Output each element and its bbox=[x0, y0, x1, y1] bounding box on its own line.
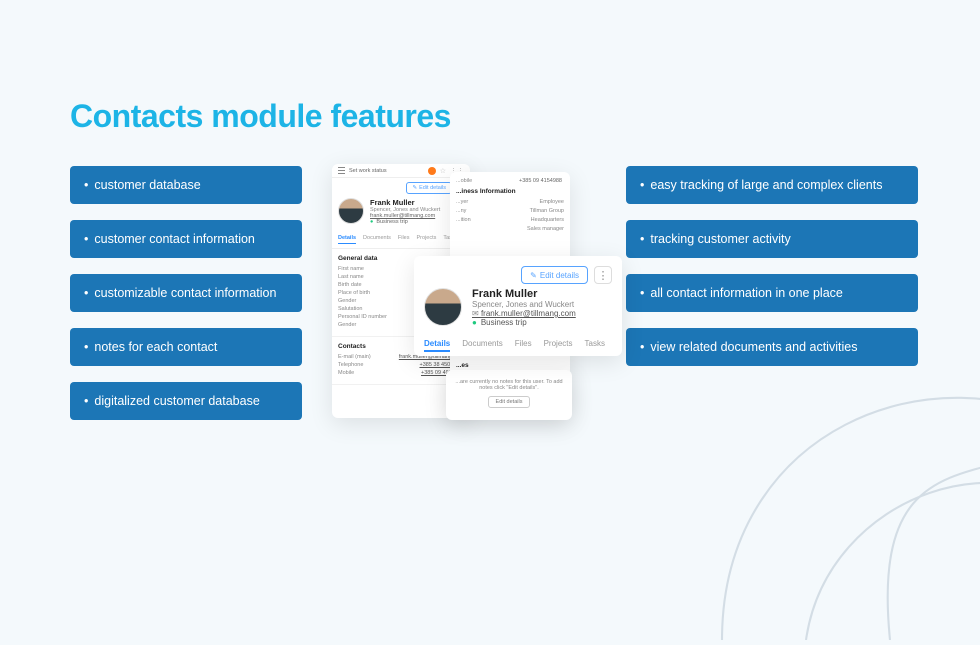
feature-pill: easy tracking of large and complex clien… bbox=[626, 166, 918, 204]
phone-value: +385 09 4154988 bbox=[519, 178, 562, 184]
field-label: ...ition bbox=[456, 217, 471, 223]
tab-details[interactable]: Details bbox=[424, 339, 450, 352]
field-label: Birth date bbox=[338, 282, 362, 288]
feature-pill: digitalized customer database bbox=[70, 382, 302, 420]
field-value: Tillman Group bbox=[530, 208, 564, 214]
avatar bbox=[338, 198, 364, 224]
tab-files[interactable]: Files bbox=[398, 235, 410, 244]
contact-card-large: ✎Edit details ⋮ Frank Muller Spencer, Jo… bbox=[414, 256, 622, 356]
tab-files[interactable]: Files bbox=[515, 339, 532, 352]
page-title: Contacts module features bbox=[70, 98, 451, 135]
field-label: Gender bbox=[338, 298, 356, 304]
more-menu-button[interactable]: ⋮ bbox=[594, 266, 612, 284]
contact-email[interactable]: frank.muller@tillmang.com bbox=[472, 309, 576, 318]
status-badge: Business trip bbox=[472, 318, 576, 327]
tab-tasks[interactable]: Tasks bbox=[585, 339, 605, 352]
work-status-label[interactable]: Set work status bbox=[349, 168, 424, 174]
section-heading: ...iness Information bbox=[456, 188, 564, 195]
field-value: Sales manager bbox=[527, 226, 564, 232]
field-label: Mobile bbox=[338, 370, 354, 376]
tab-projects[interactable]: Projects bbox=[544, 339, 573, 352]
tab-documents[interactable]: Documents bbox=[462, 339, 502, 352]
star-icon[interactable]: ☆ bbox=[440, 167, 446, 175]
pencil-icon: ✎ bbox=[412, 185, 417, 191]
avatar bbox=[424, 288, 462, 326]
feature-pill: customer contact information bbox=[70, 220, 302, 258]
tab-details[interactable]: Details bbox=[338, 235, 356, 244]
field-label: Telephone bbox=[338, 362, 363, 368]
tab-documents[interactable]: Documents bbox=[363, 235, 391, 244]
menu-icon[interactable] bbox=[338, 167, 345, 174]
contact-name: Frank Muller bbox=[472, 288, 576, 300]
feature-pill: view related documents and activities bbox=[626, 328, 918, 366]
feature-list-left: customer database customer contact infor… bbox=[70, 166, 302, 420]
contact-company: Spencer, Jones and Wuckert bbox=[472, 300, 576, 309]
edit-details-button[interactable]: Edit details bbox=[488, 396, 531, 408]
field-label: ...obile bbox=[456, 178, 472, 184]
field-label: Place of birth bbox=[338, 290, 370, 296]
field-label: Gender bbox=[338, 322, 356, 328]
tab-projects[interactable]: Projects bbox=[417, 235, 437, 244]
field-value: Employee bbox=[540, 199, 564, 205]
field-value: Headquarters bbox=[531, 217, 564, 223]
edit-details-button[interactable]: ✎Edit details bbox=[406, 182, 452, 194]
field-label: E-mail (main) bbox=[338, 354, 371, 360]
section-heading: ...es bbox=[456, 362, 564, 369]
notes-empty-state: ...are currently no notes for this user.… bbox=[446, 370, 572, 420]
feature-pill: customizable contact information bbox=[70, 274, 302, 312]
status-badge: Business trip bbox=[370, 219, 440, 225]
empty-state-text: ...are currently no notes for this user.… bbox=[452, 379, 566, 391]
field-label: Personal ID number bbox=[338, 314, 387, 320]
contact-name: Frank Muller bbox=[370, 198, 440, 207]
field-label: Last name bbox=[338, 274, 364, 280]
notification-dot-icon[interactable] bbox=[428, 167, 436, 175]
feature-list-right: easy tracking of large and complex clien… bbox=[626, 166, 918, 366]
field-label: ...yer bbox=[456, 199, 468, 205]
feature-pill: all contact information in one place bbox=[626, 274, 918, 312]
field-label: ...ny bbox=[456, 208, 466, 214]
field-label: First name bbox=[338, 266, 364, 272]
feature-pill: customer database bbox=[70, 166, 302, 204]
edit-details-button[interactable]: ✎Edit details bbox=[521, 266, 588, 284]
field-label: Salutation bbox=[338, 306, 362, 312]
feature-pill: tracking customer activity bbox=[626, 220, 918, 258]
pencil-icon: ✎ bbox=[530, 271, 537, 280]
feature-pill: notes for each contact bbox=[70, 328, 302, 366]
